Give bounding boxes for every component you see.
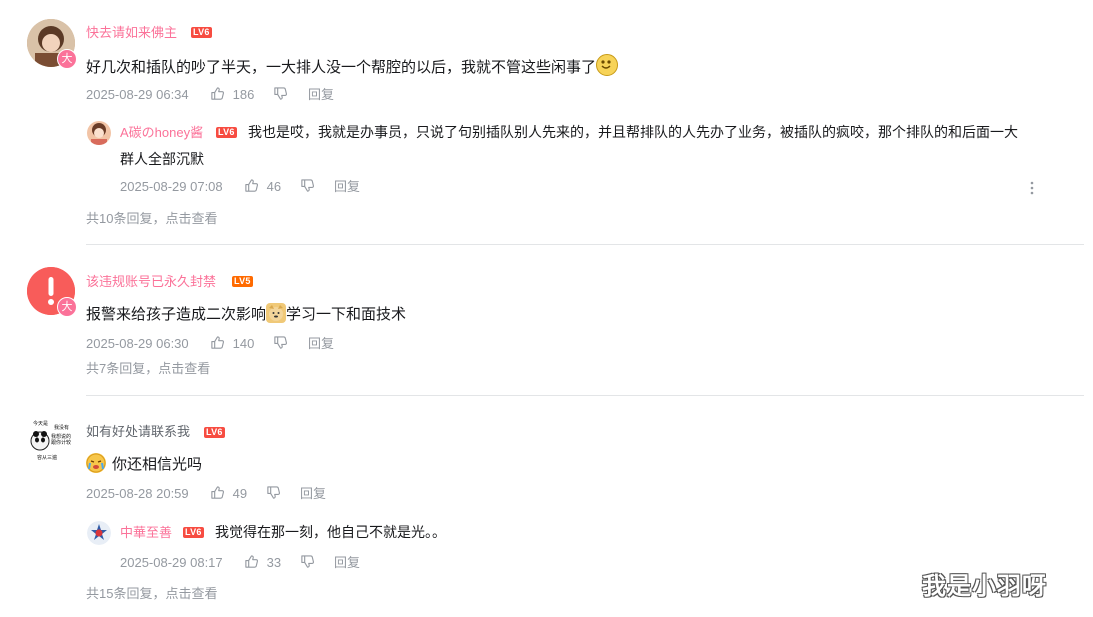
- thumbs-up-icon: [211, 87, 225, 100]
- reply-date: 2025-08-29 07:08: [120, 179, 223, 194]
- thumbs-down-icon: [274, 87, 288, 100]
- panda-meme-text-3: 我想说的: [51, 433, 71, 440]
- reply-date: 2025-08-29 08:17: [120, 555, 223, 570]
- reply-like-button[interactable]: 46: [244, 178, 281, 196]
- reply-button[interactable]: 回复: [300, 485, 326, 503]
- watermark: 我是小羽呀: [922, 572, 1047, 600]
- level-badge: LV5: [232, 276, 253, 287]
- comment-3: 今天是 我没有 我想说的 跟你计较 容从三遍 如有好处请联系我 LV6 你还相信…: [0, 0, 1093, 601]
- view-more-replies[interactable]: 共7条回复，点击查看: [86, 360, 210, 378]
- comment-text-before: 报警来给孩子造成二次影响: [86, 306, 267, 323]
- like-button[interactable]: 186: [210, 86, 254, 104]
- divider: [86, 244, 1084, 245]
- panda-meme-text-5: 容从三遍: [37, 454, 57, 461]
- reply-like-count: 33: [266, 555, 282, 570]
- panda-meme-text-2: 我没有: [54, 424, 69, 431]
- like-count: 49: [232, 486, 248, 501]
- comment-1: 大 快去请如来佛主 LV6 好几次和插队的吵了半天，一大排人没一个帮腔的以后，我…: [0, 0, 1093, 244]
- thumbs-down-icon: [301, 555, 315, 568]
- reply-dislike-button[interactable]: [300, 554, 315, 572]
- level-badge: LV6: [204, 427, 225, 438]
- comment-text: 你还相信光吗: [86, 453, 202, 477]
- reply-meta: 2025-08-29 07:08 46 回复: [120, 178, 520, 196]
- thumbs-up-icon: [245, 555, 259, 568]
- comment-date: 2025-08-29 06:30: [86, 336, 189, 351]
- like-button[interactable]: 49: [210, 485, 247, 503]
- vip-badge: 大: [57, 49, 77, 69]
- reply-reply-button[interactable]: 回复: [334, 554, 360, 572]
- like-count: 186: [232, 87, 255, 102]
- reply-like-count: 46: [266, 179, 282, 194]
- comment-text-content: 你还相信光吗: [112, 456, 203, 473]
- dislike-button[interactable]: [273, 335, 288, 353]
- username[interactable]: 该违规账号已永久封禁: [86, 273, 216, 291]
- like-count: 140: [232, 336, 255, 351]
- grin-emoji: [596, 54, 619, 76]
- reply-username[interactable]: 中華至善: [120, 524, 172, 542]
- username[interactable]: 如有好处请联系我: [86, 423, 190, 441]
- comment-date: 2025-08-29 06:34: [86, 87, 189, 102]
- panda-meme-text-1: 今天是: [33, 420, 48, 427]
- reply-avatar[interactable]: [87, 121, 111, 145]
- reply-username[interactable]: A碳のhoney酱: [120, 124, 203, 142]
- reply-level-badge: LV6: [216, 127, 237, 138]
- reply-dislike-button[interactable]: [300, 178, 315, 196]
- comment-meta: 2025-08-28 20:59 49 回复: [86, 485, 486, 503]
- reply-meta: 2025-08-29 08:17 33 回复: [120, 554, 520, 572]
- panda-meme-text-4: 跟你计较: [51, 439, 71, 446]
- comment-text: 报警来给孩子造成二次影响 学习一下和面技术: [86, 303, 406, 327]
- reply-reply-button[interactable]: 回复: [334, 178, 360, 196]
- comment-text-after: 学习一下和面技术: [286, 306, 407, 323]
- view-more-replies[interactable]: 共15条回复，点击查看: [86, 585, 217, 603]
- thumbs-down-icon: [274, 336, 288, 349]
- comment-meta: 2025-08-29 06:30 140 回复: [86, 335, 486, 353]
- comment-text-content: 好几次和插队的吵了半天，一大排人没一个帮腔的以后，我就不管这些闲事了: [86, 59, 597, 76]
- reply-button[interactable]: 回复: [308, 335, 334, 353]
- dislike-button[interactable]: [266, 485, 281, 503]
- divider: [86, 395, 1084, 396]
- thumbs-down-icon: [301, 179, 315, 192]
- reply-text: 我觉得在那一刻，他自己不就是光。。: [215, 524, 446, 540]
- dislike-button[interactable]: [273, 86, 288, 104]
- comment-date: 2025-08-28 20:59: [86, 486, 189, 501]
- reply-text-line1: 我也是哎，我就是办事员，只说了句别插队别人先来的，并且帮排队的人先办了业务，被插…: [248, 124, 1018, 140]
- cry-emoji: [86, 453, 106, 473]
- view-more-replies[interactable]: 共10条回复，点击查看: [86, 210, 217, 228]
- thumbs-up-icon: [211, 486, 225, 499]
- more-options-icon[interactable]: [1026, 180, 1038, 196]
- doge-emoji: [266, 303, 287, 323]
- reply-like-button[interactable]: 33: [244, 554, 281, 572]
- reply-level-badge: LV6: [183, 527, 204, 538]
- avatar[interactable]: 今天是 我没有 我想说的 跟你计较 容从三遍: [27, 417, 75, 465]
- thumbs-down-icon: [267, 486, 281, 499]
- reply-avatar[interactable]: [87, 521, 111, 545]
- thumbs-up-icon: [245, 179, 259, 192]
- thumbs-up-icon: [211, 336, 225, 349]
- reply-text-line2: 群人全部沉默: [120, 151, 204, 167]
- username[interactable]: 快去请如来佛主: [86, 24, 177, 42]
- comment-text: 好几次和插队的吵了半天，一大排人没一个帮腔的以后，我就不管这些闲事了: [86, 54, 619, 80]
- vip-badge: 大: [57, 297, 77, 317]
- like-button[interactable]: 140: [210, 335, 254, 353]
- level-badge: LV6: [191, 27, 212, 38]
- reply-button[interactable]: 回复: [308, 86, 334, 104]
- comment-meta: 2025-08-29 06:34 186 回复: [86, 86, 486, 104]
